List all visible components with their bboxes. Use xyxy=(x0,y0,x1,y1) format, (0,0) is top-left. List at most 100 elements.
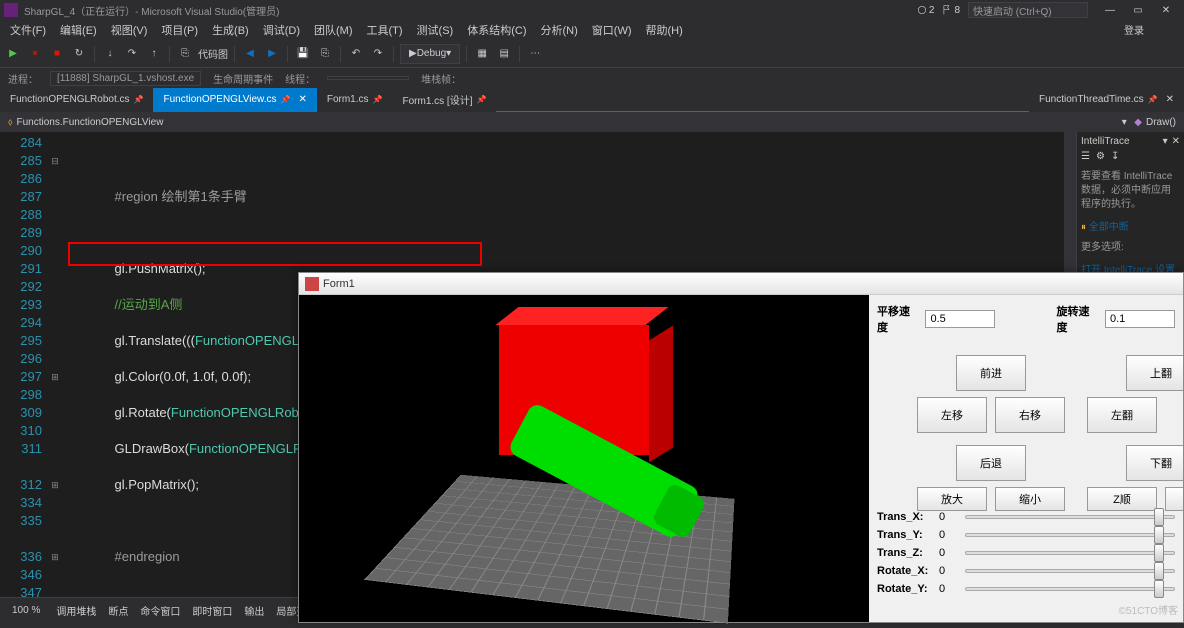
flag-badge[interactable]: 8 xyxy=(942,5,960,16)
rot-speed-label: 旋转速度 xyxy=(1057,303,1099,335)
breadcrumb-dropdown[interactable]: ▾ xyxy=(1118,117,1130,128)
maximize-button[interactable]: ▭ xyxy=(1124,0,1152,20)
restart-icon[interactable]: ↻ xyxy=(70,45,88,63)
stop-icon[interactable]: ■ xyxy=(48,45,66,63)
menu-arch[interactable]: 体系结构(C) xyxy=(461,20,532,40)
menu-project[interactable]: 项目(P) xyxy=(155,20,204,40)
filter-icon[interactable]: ⚙ xyxy=(1096,151,1105,162)
stack-label: 堆栈帧： xyxy=(421,71,461,86)
menu-tools[interactable]: 工具(T) xyxy=(361,20,409,40)
lifecycle-label[interactable]: 生命周期事件 xyxy=(213,71,273,86)
tab-form1-design[interactable]: Form1.cs [设计]📌 xyxy=(392,88,496,112)
opengl-canvas[interactable] xyxy=(299,295,869,622)
breadcrumb-class[interactable]: Functions.FunctionOPENGLView xyxy=(17,117,164,128)
status-cmdwin[interactable]: 命令窗口 xyxy=(140,603,180,618)
notif-badge[interactable]: 2 xyxy=(917,5,935,16)
pin-icon[interactable]: 📌 xyxy=(1148,95,1158,104)
form1-icon xyxy=(305,277,319,291)
slider-transx-track[interactable] xyxy=(965,515,1175,519)
trans-speed-input[interactable] xyxy=(925,310,995,328)
leftflip-button[interactable]: 左翻 xyxy=(1087,397,1157,433)
break-all-link[interactable]: ⏸ 全部中断 xyxy=(1081,218,1180,233)
zoomin-button[interactable]: 放大 xyxy=(917,487,987,511)
step-into-icon[interactable]: ↓ xyxy=(101,45,119,63)
zoomout-button[interactable]: 缩小 xyxy=(995,487,1065,511)
pin-icon[interactable]: 📌 xyxy=(373,95,383,104)
thread-label: 线程： xyxy=(285,71,315,86)
nav-fwd-icon[interactable]: ▶ xyxy=(263,45,281,63)
pause-icon[interactable]: ⏸ xyxy=(26,45,44,63)
undo-icon[interactable]: ↶ xyxy=(347,45,365,63)
close-icon[interactable]: ✕ xyxy=(298,94,306,105)
redo-icon[interactable]: ↷ xyxy=(369,45,387,63)
pin-icon[interactable]: 📌 xyxy=(477,95,487,104)
form1-titlebar[interactable]: Form1 xyxy=(299,273,1183,295)
toolbar: ▶ ⏸ ■ ↻ ↓ ↷ ↑ ⎘ 代码图 ◀ ▶ 💾 ⎘ ↶ ↷ ▶ Debug … xyxy=(0,40,1184,68)
misc-icon[interactable]: ⋯ xyxy=(526,45,544,63)
slider-transy-track[interactable] xyxy=(965,533,1175,537)
menu-analyze[interactable]: 分析(N) xyxy=(535,20,584,40)
step-over-icon[interactable]: ↷ xyxy=(123,45,141,63)
more-label: 更多选项: xyxy=(1081,241,1180,255)
fold-gutter[interactable]: ⊟⊞⊞⊞⊟ xyxy=(48,132,62,597)
zni-button[interactable]: Z逆 xyxy=(1165,487,1183,511)
menu-window[interactable]: 窗口(W) xyxy=(586,20,638,40)
right-button[interactable]: 右移 xyxy=(995,397,1065,433)
step-out-icon[interactable]: ↑ xyxy=(145,45,163,63)
pin-icon[interactable]: 📌 xyxy=(134,95,144,104)
tab-view[interactable]: FunctionOPENGLView.cs📌✕ xyxy=(153,88,316,112)
upflip-button[interactable]: 上翻 xyxy=(1126,355,1183,391)
tab-threadtime[interactable]: FunctionThreadTime.cs📌✕ xyxy=(1029,88,1184,112)
save-icon[interactable]: 💾 xyxy=(294,45,312,63)
quick-launch-input[interactable]: 快速启动 (Ctrl+Q) xyxy=(968,2,1088,18)
menu-debug[interactable]: 调试(D) xyxy=(257,20,306,40)
minimize-button[interactable]: — xyxy=(1096,0,1124,20)
code-icon[interactable]: ⎘ xyxy=(176,45,194,63)
list-icon[interactable]: ☰ xyxy=(1081,151,1090,162)
close-icon[interactable]: ✕ xyxy=(1166,94,1174,105)
debug-config[interactable]: ▶ Debug ▾ xyxy=(400,44,460,64)
saveall-icon[interactable]: ⎘ xyxy=(316,45,334,63)
slider-transz: Trans_Z:0 xyxy=(877,547,1175,559)
status-breakpoints[interactable]: 断点 xyxy=(108,603,128,618)
tab-robot[interactable]: FunctionOPENGLRobot.cs📌 xyxy=(0,88,153,112)
tab-form1[interactable]: Form1.cs📌 xyxy=(317,88,393,112)
menu-file[interactable]: 文件(F) xyxy=(4,20,52,40)
code-view-label: 代码图 xyxy=(198,46,228,61)
back-button[interactable]: 后退 xyxy=(956,445,1026,481)
slider-roty-track[interactable] xyxy=(965,587,1175,591)
menu-team[interactable]: 团队(M) xyxy=(308,20,359,40)
window-title: SharpGL_4（正在运行）- Microsoft Visual Studio… xyxy=(24,3,279,18)
menu-edit[interactable]: 编辑(E) xyxy=(54,20,103,40)
layout2-icon[interactable]: ▤ xyxy=(495,45,513,63)
thread-value[interactable] xyxy=(327,76,409,80)
breadcrumb: ⬨ Functions.FunctionOPENGLView ▾ ◆ Draw(… xyxy=(0,112,1184,132)
zoom-display[interactable]: 100 % xyxy=(8,603,44,618)
pin-icon[interactable]: 📌 xyxy=(280,95,290,104)
slider-rotx-track[interactable] xyxy=(965,569,1175,573)
3d-scene xyxy=(379,435,789,625)
slider-transz-track[interactable] xyxy=(965,551,1175,555)
menu-test[interactable]: 测试(S) xyxy=(411,20,460,40)
left-button[interactable]: 左移 xyxy=(917,397,987,433)
nav-back-icon[interactable]: ◀ xyxy=(241,45,259,63)
form1-window[interactable]: Form1 平移速度 旋转速度 前进 左移 右移 xyxy=(298,272,1184,623)
breadcrumb-method[interactable]: Draw() xyxy=(1146,117,1176,128)
forward-button[interactable]: 前进 xyxy=(956,355,1026,391)
layout-icon[interactable]: ▦ xyxy=(473,45,491,63)
rot-speed-input[interactable] xyxy=(1105,310,1175,328)
menu-help[interactable]: 帮助(H) xyxy=(640,20,689,40)
login-link[interactable]: 登录 xyxy=(1124,22,1144,37)
panel-menu-icon[interactable]: ▾ xyxy=(1163,136,1168,147)
close-button[interactable]: ✕ xyxy=(1152,0,1180,20)
menu-build[interactable]: 生成(B) xyxy=(206,20,255,40)
status-output[interactable]: 输出 xyxy=(244,603,264,618)
zshun-button[interactable]: Z顺 xyxy=(1087,487,1157,511)
menu-view[interactable]: 视图(V) xyxy=(105,20,154,40)
scroll-icon[interactable]: ↧ xyxy=(1111,151,1119,162)
continue-icon[interactable]: ▶ xyxy=(4,45,22,63)
status-callstack[interactable]: 调用堆栈 xyxy=(56,603,96,618)
status-immediate[interactable]: 即时窗口 xyxy=(192,603,232,618)
downflip-button[interactable]: 下翻 xyxy=(1126,445,1183,481)
panel-close-icon[interactable]: ✕ xyxy=(1172,136,1180,147)
